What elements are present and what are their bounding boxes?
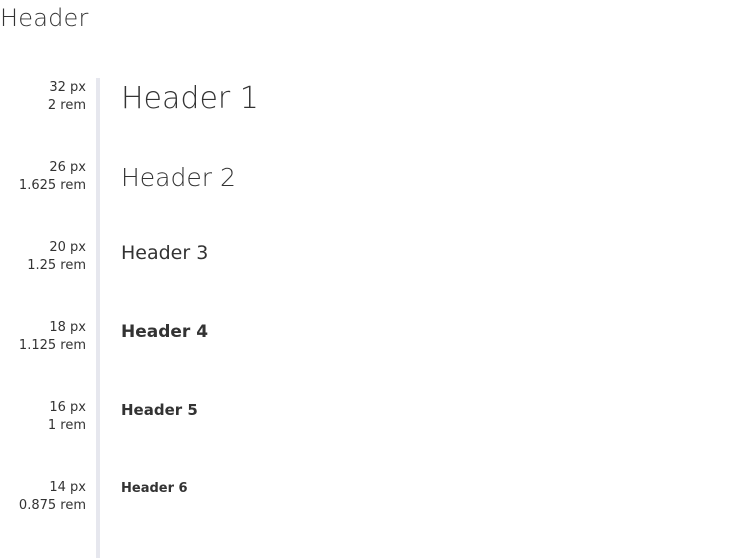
px-size: 26 px	[49, 160, 86, 175]
rem-size: 1.625 rem	[18, 178, 86, 193]
size-meta: 26 px 1.625 rem	[19, 159, 86, 195]
header-2-sample: Header 2	[121, 163, 236, 192]
px-size: 32 px	[49, 80, 86, 95]
px-size: 18 px	[49, 320, 86, 335]
header-row-2: 26 px 1.625 rem Header 2	[0, 159, 740, 239]
header-row-3: 20 px 1.25 rem Header 3	[0, 239, 740, 319]
header-4-sample: Header 4	[121, 322, 209, 342]
size-meta: 16 px 1 rem	[48, 399, 86, 435]
header-row-4: 18 px 1.125 rem Header 4	[0, 319, 740, 399]
size-meta: 20 px 1.25 rem	[27, 239, 86, 275]
px-size: 16 px	[49, 400, 86, 415]
typography-page: Header 32 px 2 rem Header 1 26 px 1.625 …	[0, 0, 740, 558]
px-size: 14 px	[49, 480, 86, 495]
header-row-5: 16 px 1 rem Header 5	[0, 399, 740, 479]
rem-size: 1.25 rem	[27, 258, 86, 273]
rem-size: 0.875 rem	[18, 498, 86, 513]
rem-size: 1.125 rem	[18, 338, 86, 353]
header-5-sample: Header 5	[121, 401, 198, 419]
size-meta: 14 px 0.875 rem	[19, 479, 86, 515]
header-row-1: 32 px 2 rem Header 1	[0, 79, 740, 159]
size-meta: 18 px 1.125 rem	[19, 319, 86, 355]
header-3-sample: Header 3	[121, 242, 209, 264]
header-row-6: 14 px 0.875 rem Header 6	[0, 479, 740, 558]
page-title: Header	[0, 4, 89, 32]
header-1-sample: Header 1	[121, 81, 259, 116]
size-meta: 32 px 2 rem	[48, 79, 86, 115]
rem-size: 1 rem	[47, 418, 86, 433]
header-6-sample: Header 6	[121, 481, 188, 496]
px-size: 20 px	[49, 240, 86, 255]
rem-size: 2 rem	[47, 98, 86, 113]
